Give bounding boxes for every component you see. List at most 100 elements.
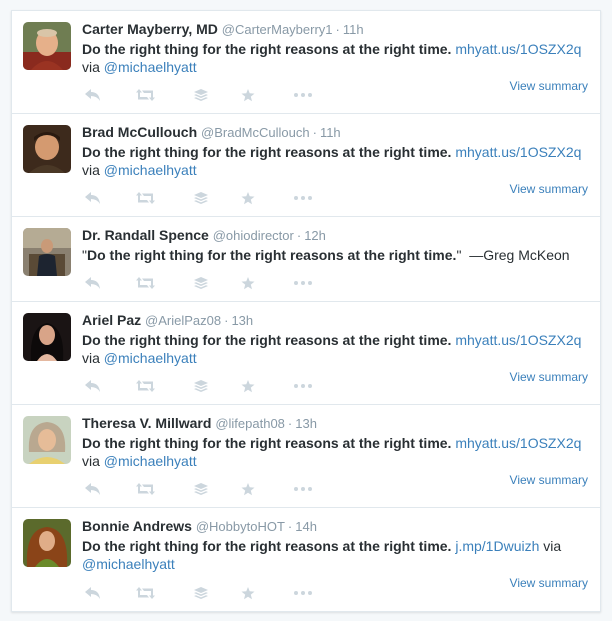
- view-summary-link[interactable]: View summary: [510, 370, 588, 384]
- avatar[interactable]: [23, 125, 71, 173]
- author-name[interactable]: Brad McCullouch: [82, 124, 197, 140]
- reply-button[interactable]: [82, 377, 104, 395]
- favorite-button[interactable]: [237, 480, 259, 498]
- author-handle[interactable]: @ArielPaz08: [145, 313, 221, 328]
- tweet[interactable]: Brad McCullouch @BradMcCullouch · 11h Do t…: [12, 114, 600, 217]
- retweet-button[interactable]: [134, 274, 156, 292]
- separator: ·: [287, 416, 293, 431]
- favorite-button[interactable]: [237, 377, 259, 395]
- buffer-icon: [194, 191, 208, 205]
- retweet-icon: [135, 277, 155, 289]
- via-label: via: [82, 350, 100, 366]
- retweet-button[interactable]: [134, 377, 156, 395]
- more-icon: [294, 196, 312, 200]
- more-button[interactable]: [292, 274, 314, 292]
- reply-button[interactable]: [82, 584, 104, 602]
- author-name[interactable]: Theresa V. Millward: [82, 415, 211, 431]
- reply-button[interactable]: [82, 189, 104, 207]
- avatar[interactable]: [23, 228, 71, 276]
- retweet-icon: [135, 89, 155, 101]
- author-handle[interactable]: @HobbytoHOT: [196, 519, 285, 534]
- avatar[interactable]: [23, 416, 71, 464]
- tweet-link[interactable]: j.mp/1Dwuizh: [455, 538, 539, 554]
- mention-link[interactable]: @michaelhyatt: [104, 59, 197, 75]
- favorite-button[interactable]: [237, 584, 259, 602]
- tweet-link[interactable]: mhyatt.us/1OSZX2q: [455, 332, 581, 348]
- view-summary-link[interactable]: View summary: [510, 79, 588, 93]
- tweet-time[interactable]: 14h: [295, 519, 317, 534]
- view-summary-link[interactable]: View summary: [510, 576, 588, 590]
- buffer-icon: [194, 586, 208, 600]
- tweet-time[interactable]: 11h: [343, 22, 364, 37]
- author-name[interactable]: Carter Mayberry, MD: [82, 21, 218, 37]
- author-name[interactable]: Dr. Randall Spence: [82, 227, 209, 243]
- view-summary-link[interactable]: View summary: [510, 182, 588, 196]
- retweet-button[interactable]: [134, 189, 156, 207]
- view-summary-link[interactable]: View summary: [510, 473, 588, 487]
- tweet-time[interactable]: 13h: [295, 416, 317, 431]
- buffer-button[interactable]: [190, 189, 212, 207]
- reply-icon: [85, 89, 101, 101]
- star-icon: [241, 482, 255, 496]
- retweet-button[interactable]: [134, 480, 156, 498]
- tweet-time[interactable]: 12h: [304, 228, 326, 243]
- author-handle[interactable]: @CarterMayberry1: [222, 22, 333, 37]
- favorite-button[interactable]: [237, 86, 259, 104]
- more-button[interactable]: [292, 86, 314, 104]
- more-icon: [294, 487, 312, 491]
- buffer-button[interactable]: [190, 86, 212, 104]
- author-handle[interactable]: @lifepath08: [215, 416, 285, 431]
- more-button[interactable]: [292, 480, 314, 498]
- mention-link[interactable]: @michaelhyatt: [104, 453, 197, 469]
- retweet-icon: [135, 192, 155, 204]
- via-label: via: [82, 162, 100, 178]
- star-icon: [241, 379, 255, 393]
- mention-link[interactable]: @michaelhyatt: [82, 556, 175, 572]
- tweet-link[interactable]: mhyatt.us/1OSZX2q: [455, 435, 581, 451]
- tweet-link[interactable]: mhyatt.us/1OSZX2q: [455, 41, 581, 57]
- tweet-time[interactable]: 13h: [231, 313, 253, 328]
- buffer-button[interactable]: [190, 480, 212, 498]
- tweet[interactable]: Dr. Randall Spence @ohiodirector · 12h "Do…: [12, 217, 600, 302]
- retweet-button[interactable]: [134, 86, 156, 104]
- mention-link[interactable]: @michaelhyatt: [104, 162, 197, 178]
- favorite-button[interactable]: [237, 274, 259, 292]
- author-handle[interactable]: @BradMcCullouch: [201, 125, 310, 140]
- more-button[interactable]: [292, 584, 314, 602]
- tweet-time[interactable]: 11h: [320, 125, 341, 140]
- tweet-link[interactable]: mhyatt.us/1OSZX2q: [455, 144, 581, 160]
- author-name[interactable]: Bonnie Andrews: [82, 518, 192, 534]
- more-button[interactable]: [292, 377, 314, 395]
- tweet-text: Do the right thing for the right reasons…: [82, 41, 452, 57]
- buffer-icon: [194, 379, 208, 393]
- separator: ·: [296, 228, 302, 243]
- tweet-timeline: Carter Mayberry, MD @CarterMayberry1 · 11h…: [11, 10, 601, 612]
- retweet-icon: [135, 380, 155, 392]
- reply-button[interactable]: [82, 274, 104, 292]
- retweet-button[interactable]: [134, 584, 156, 602]
- more-button[interactable]: [292, 189, 314, 207]
- reply-icon: [85, 587, 101, 599]
- buffer-button[interactable]: [190, 274, 212, 292]
- buffer-button[interactable]: [190, 584, 212, 602]
- reply-button[interactable]: [82, 480, 104, 498]
- tweet[interactable]: Ariel Paz @ArielPaz08 · 13h Do the right t…: [12, 302, 600, 405]
- reply-button[interactable]: [82, 86, 104, 104]
- buffer-button[interactable]: [190, 377, 212, 395]
- tweet[interactable]: Carter Mayberry, MD @CarterMayberry1 · 11h…: [12, 11, 600, 114]
- retweet-icon: [135, 483, 155, 495]
- more-icon: [294, 93, 312, 97]
- avatar[interactable]: [23, 519, 71, 567]
- mention-link[interactable]: @michaelhyatt: [104, 350, 197, 366]
- reply-icon: [85, 277, 101, 289]
- tweet[interactable]: Bonnie Andrews @HobbytoHOT · 14h Do the ri…: [12, 508, 600, 611]
- tweet-text: Do the right thing for the right reasons…: [82, 144, 452, 160]
- author-name[interactable]: Ariel Paz: [82, 312, 141, 328]
- avatar[interactable]: [23, 22, 71, 70]
- buffer-icon: [194, 482, 208, 496]
- tweet[interactable]: Theresa V. Millward @lifepath08 · 13h Do t…: [12, 405, 600, 508]
- favorite-button[interactable]: [237, 189, 259, 207]
- separator: ·: [312, 125, 317, 140]
- avatar[interactable]: [23, 313, 71, 361]
- author-handle[interactable]: @ohiodirector: [213, 228, 294, 243]
